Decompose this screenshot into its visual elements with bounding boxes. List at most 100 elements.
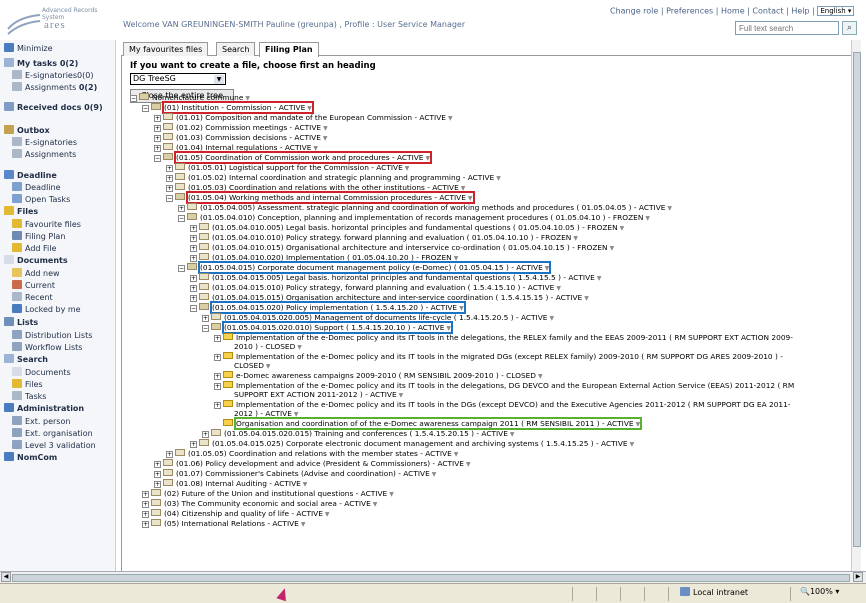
sidebar-search-tasks[interactable]: Tasks [12,391,46,401]
node-menu-chevron-icon[interactable]: ▼ [620,225,625,232]
node-menu-chevron-icon[interactable]: ▼ [573,235,578,242]
expand-icon[interactable]: + [154,471,161,478]
tree-node[interactable]: + (01.05.02) Internal coordination and st… [166,173,501,183]
sidebar-received-docs[interactable]: Received docs 0(9) [4,102,103,112]
node-menu-chevron-icon[interactable]: ▼ [610,245,615,252]
node-menu-chevron-icon[interactable]: ▼ [425,155,430,162]
tree-node[interactable]: + (01.05.04.010.015) Organisational archi… [190,243,614,253]
tree-node[interactable]: + (01.05.04.015.015) Organisation archite… [190,293,589,303]
node-menu-chevron-icon[interactable]: ▼ [667,205,672,212]
node-menu-chevron-icon[interactable]: ▼ [389,491,394,498]
sidebar-outbox-assignments[interactable]: Assignments [12,149,76,159]
tree-node[interactable]: + (01.07) Commissioner's Cabinets (Advise… [154,469,436,479]
tree-node[interactable]: + (01.02) Commission meetings - ACTIVE ▼ [154,123,328,133]
tree-node[interactable]: Organisation and coordination of of the … [214,417,643,430]
tree-node[interactable]: − (01.05.04.015.020) Policy implementatio… [190,301,466,314]
node-menu-chevron-icon[interactable]: ▼ [538,373,543,380]
sidebar-e-signatories[interactable]: E-signatories0(0) [12,70,93,80]
tree-node[interactable]: + Implementation of the e-Domec policy an… [214,400,790,409]
scroll-right-icon[interactable]: ▶ [853,572,863,582]
tab-search[interactable]: Search [216,42,256,56]
node-menu-chevron-icon[interactable]: ▼ [549,315,554,322]
expand-icon[interactable]: + [166,165,173,172]
sidebar-deadline[interactable]: Deadline [12,182,61,192]
node-menu-chevron-icon[interactable]: ▼ [584,295,589,302]
tree-node[interactable]: + Implementation of the e-Domec policy an… [214,352,783,361]
node-menu-chevron-icon[interactable]: ▼ [645,215,650,222]
tree-node[interactable]: − (01.05.04) Working methods and internal… [166,191,475,204]
tree-node[interactable]: + Implementation of the e-Domec policy an… [214,381,794,390]
expand-icon[interactable]: + [166,175,173,182]
expand-icon[interactable]: + [190,275,197,282]
node-menu-chevron-icon[interactable]: ▼ [373,501,378,508]
sidebar-filing-plan[interactable]: Filing Plan [12,231,65,241]
tab-my-favourites-files[interactable]: My favourites files [123,42,209,56]
tree-node[interactable]: + (01.04) Internal regulations - ACTIVE ▼ [154,143,318,153]
expand-icon[interactable]: + [142,511,149,518]
preferences-link[interactable]: Preferences [666,7,713,16]
sidebar-favourite-files[interactable]: Favourite files [12,219,81,229]
tree-node[interactable]: + (01.05.04.010.020) Implementation ( 01.… [190,253,458,263]
collapse-icon[interactable]: − [142,105,149,112]
tree-node[interactable]: − (01.05) Coordination of Commission work… [154,151,433,164]
node-menu-chevron-icon[interactable]: ▼ [446,325,451,332]
sidebar-ext-organisation[interactable]: Ext. organisation [12,428,93,438]
collapse-icon[interactable]: − [202,325,209,332]
expand-icon[interactable]: + [202,431,209,438]
expand-icon[interactable]: + [214,402,221,409]
expand-icon[interactable]: + [190,245,197,252]
sidebar-locked-by-me[interactable]: Locked by me [12,304,81,314]
tree-node[interactable]: − (01) Institution - Commission - ACTIVE ▼ [142,101,314,114]
sidebar-recent[interactable]: Recent [12,292,53,302]
expand-icon[interactable]: + [154,481,161,488]
tree-node[interactable]: + (04) Citizenship and quality of life - … [142,509,330,519]
node-menu-chevron-icon[interactable]: ▼ [496,175,501,182]
expand-icon[interactable]: + [166,451,173,458]
collapse-icon[interactable]: − [190,305,197,312]
tree-node[interactable]: + Implementation of the e-Domec policy an… [214,333,793,342]
expand-icon[interactable]: + [154,125,161,132]
home-link[interactable]: Home [721,7,745,16]
collapse-icon[interactable]: − [178,215,185,222]
tree-node[interactable]: + (02) Future of the Union and institutio… [142,489,394,499]
expand-icon[interactable]: + [142,501,149,508]
change-role-link[interactable]: Change role [610,7,658,16]
node-menu-chevron-icon[interactable]: ▼ [325,511,330,518]
node-menu-chevron-icon[interactable]: ▼ [630,441,635,448]
node-menu-chevron-icon[interactable]: ▼ [466,461,471,468]
expand-icon[interactable]: + [190,295,197,302]
sidebar-assignments[interactable]: Assignments 0(2) [12,82,97,92]
sidebar-minimize[interactable]: Minimize [4,43,53,53]
sidebar-level3-validation[interactable]: Level 3 validation [12,440,96,450]
node-menu-chevron-icon[interactable]: ▼ [636,421,641,428]
expand-icon[interactable]: + [154,145,161,152]
vertical-scroll-thumb[interactable] [853,52,861,547]
sidebar-current[interactable]: Current [12,280,55,290]
horizontal-scroll-thumb[interactable] [12,574,850,582]
tree-node[interactable]: + (01.05.04.015.025) Corporate electronic… [190,439,634,449]
node-menu-chevron-icon[interactable]: ▼ [597,275,602,282]
expand-icon[interactable]: + [190,441,197,448]
horizontal-scrollbar[interactable]: ◀ ▶ [0,571,866,583]
node-menu-chevron-icon[interactable]: ▼ [468,195,473,202]
node-menu-chevron-icon[interactable]: ▼ [313,145,318,152]
node-menu-chevron-icon[interactable]: ▼ [323,135,328,142]
expand-icon[interactable]: + [142,521,149,528]
node-menu-chevron-icon[interactable]: ▼ [294,411,299,418]
tree-node[interactable]: + (01.05.04.010.005) Legal basis. horizon… [190,223,624,233]
expand-icon[interactable]: + [142,491,149,498]
sidebar-nomcom[interactable]: NomCom [4,452,57,462]
tree-node[interactable]: + (01.05.04.010.010) Policy strategy. for… [190,233,578,243]
node-menu-chevron-icon[interactable]: ▼ [245,95,250,102]
sidebar-open-tasks[interactable]: Open Tasks [12,194,70,204]
node-menu-chevron-icon[interactable]: ▼ [545,265,550,272]
tree-node[interactable]: + (01.05.04.015.020.005) Management of do… [202,313,554,323]
tab-filing-plan[interactable]: Filing Plan [259,42,319,57]
tree-node[interactable]: + (01.05.04.015.005) Legal basis. horizon… [190,273,601,283]
full-text-search-input[interactable] [735,21,839,35]
tree-node[interactable]: + (03) The Community economic and social … [142,499,377,509]
node-menu-chevron-icon[interactable]: ▼ [323,125,328,132]
node-menu-chevron-icon[interactable]: ▼ [307,105,312,112]
sidebar-distribution-lists[interactable]: Distribution Lists [12,330,92,340]
tree-node[interactable]: + (01.06) Policy development and advice (… [154,459,471,469]
